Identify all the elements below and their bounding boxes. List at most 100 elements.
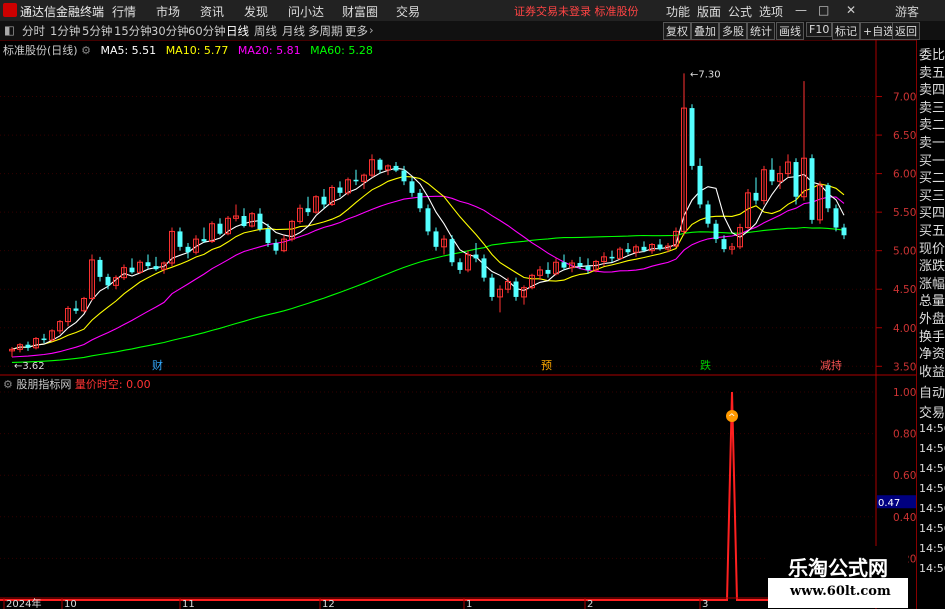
period-daily[interactable]: 日线 — [226, 23, 249, 39]
candle-body-down — [689, 108, 695, 166]
candle-body-down — [577, 263, 583, 267]
ma-info-line: 标准股份(日线) ⚙ MA5: 5.51 MA10: 5.77 MA20: 5.… — [0, 42, 373, 57]
candle-body-down — [265, 229, 271, 243]
toolbar-tongji[interactable]: 统计 — [747, 22, 775, 40]
candle-body-down — [769, 169, 775, 182]
candle-body-down — [393, 165, 399, 171]
candle-body-down — [609, 256, 615, 259]
period-fenshi[interactable]: 分时 — [22, 23, 45, 39]
side-panel-time: 14:56 — [919, 502, 945, 515]
candle-body-down — [585, 266, 591, 270]
candle-body-down — [545, 269, 551, 274]
stock-name[interactable]: 标准股份(日线) — [3, 44, 78, 57]
guest-label[interactable]: 游客 — [895, 3, 919, 20]
side-panel-label: 涨跌 — [919, 259, 945, 275]
price-tick-label: 5.50 — [893, 207, 916, 219]
minimize-button[interactable]: — — [795, 3, 807, 17]
menu-item-jiaoyi[interactable]: 交易 — [396, 3, 420, 20]
side-panel-label: 现价 — [919, 241, 945, 257]
side-panel-label: 买二 — [919, 171, 945, 187]
side-panel-label: 涨幅 — [919, 276, 945, 292]
date-label: 2 — [587, 599, 593, 609]
side-panel-time: 14:56 — [919, 542, 945, 555]
candle-body-down — [481, 258, 487, 278]
close-button[interactable]: ✕ — [846, 3, 856, 17]
maximize-button[interactable]: □ — [818, 3, 829, 17]
side-panel-time: 14:56 — [919, 442, 945, 455]
app-logo-icon — [3, 3, 17, 17]
candle-body-down — [625, 249, 631, 253]
side-panel-label: 卖四 — [919, 83, 945, 99]
side-panel-label: 买三 — [919, 188, 945, 204]
low-price-label: ←3.62 — [14, 361, 45, 372]
menu-item-xuanxiang[interactable]: 选项 — [759, 3, 783, 20]
toolbar-huaxian[interactable]: 画线 — [776, 22, 804, 40]
period-multi[interactable]: 多周期 — [308, 23, 343, 39]
side-panel-label: 卖二 — [919, 118, 945, 134]
candle-body-down — [561, 262, 567, 268]
candle-body-down — [41, 338, 47, 341]
date-label: 12 — [322, 599, 335, 609]
toolbar-diejia[interactable]: 叠加 — [691, 22, 719, 40]
menu-item-gongshi[interactable]: 公式 — [728, 3, 752, 20]
settings-icon[interactable]: ⚙ — [81, 44, 91, 57]
side-panel-label: 换手 — [919, 329, 945, 345]
candle-body-down — [641, 246, 647, 251]
candle-body-down — [425, 208, 431, 232]
side-panel-time: 14:56 — [919, 462, 945, 475]
period-60min[interactable]: 60分钟 — [188, 23, 226, 39]
toolbar-fuquan[interactable]: 复权 — [663, 22, 691, 40]
candle-body-down — [433, 231, 439, 247]
event-marker: 财 — [152, 358, 163, 372]
candle-body-down — [721, 239, 727, 250]
indicator-tick-label: 0.40 — [893, 512, 916, 524]
period-1min[interactable]: 1分钟 — [50, 23, 80, 39]
date-label: 10 — [64, 599, 77, 609]
side-panel-label: 收益 — [919, 364, 945, 380]
candle-body-down — [793, 162, 799, 197]
period-15min[interactable]: 15分钟 — [114, 23, 152, 39]
period-weekly[interactable]: 周线 — [254, 23, 277, 39]
period-5min[interactable]: 5分钟 — [82, 23, 112, 39]
period-monthly[interactable]: 月线 — [282, 23, 305, 39]
collapse-icon[interactable]: ◧ — [4, 23, 15, 37]
side-panel-time: 交易 — [919, 406, 945, 421]
toolbar-duogu[interactable]: 多股 — [719, 22, 747, 40]
menu-item-banmian[interactable]: 版面 — [697, 3, 721, 20]
candle-body-down — [409, 181, 415, 193]
candle-body-down — [713, 223, 719, 240]
menu-item-gongneng[interactable]: 功能 — [666, 3, 690, 20]
side-panel-label: 卖三 — [919, 100, 945, 116]
side-panel-label: 买一 — [919, 153, 945, 169]
side-panel-label: 委比 — [919, 48, 945, 63]
candle-body-down — [825, 185, 831, 209]
menu-item-zixun[interactable]: 资讯 — [200, 3, 224, 20]
toolbar-f10[interactable]: F10 — [806, 22, 833, 37]
ma5-label: MA5: 5.51 — [100, 44, 157, 57]
candle-body-down — [273, 242, 279, 251]
login-status[interactable]: 证券交易未登录 标准股份 — [514, 3, 639, 19]
menu-item-wenxiaoda[interactable]: 问小达 — [288, 3, 324, 20]
toolbar-fanhui[interactable]: 返回 — [892, 22, 920, 40]
indicator-name[interactable]: 股朋指标网 — [16, 378, 71, 391]
candle-body-down — [305, 208, 311, 213]
candle-body-down — [377, 159, 383, 170]
ma20-label: MA20: 5.81 — [237, 44, 301, 57]
kline-chart[interactable]: ^ 7.00 6.50 6.00 5.50 5.00 4.50 4.00 3.50 ←7.30 ←… — [0, 40, 916, 609]
date-label: 3 — [702, 599, 708, 609]
menu-item-caifuquan[interactable]: 财富圈 — [342, 3, 378, 20]
price-tick-label: 7.00 — [893, 92, 916, 104]
menu-item-hangqing[interactable]: 行情 — [112, 3, 136, 20]
candle-body-down — [841, 227, 847, 236]
menu-bar: 通达信金融终端 行情 市场 资讯 发现 问小达 财富圈 交易 证券交易未登录 标… — [0, 0, 945, 22]
menu-item-shichang[interactable]: 市场 — [156, 3, 180, 20]
toolbar-biaoji[interactable]: 标记 — [832, 22, 860, 40]
period-more[interactable]: 更多 — [345, 23, 368, 39]
period-30min[interactable]: 30分钟 — [151, 23, 189, 39]
candle-body-down — [457, 262, 463, 270]
menu-item-faxian[interactable]: 发现 — [244, 3, 268, 20]
indicator-settings-icon[interactable]: ⚙ — [3, 378, 13, 391]
ma60-line — [11, 226, 845, 363]
chevron-right-icon[interactable]: › — [369, 23, 374, 37]
side-panel-label: 买五 — [919, 224, 945, 239]
